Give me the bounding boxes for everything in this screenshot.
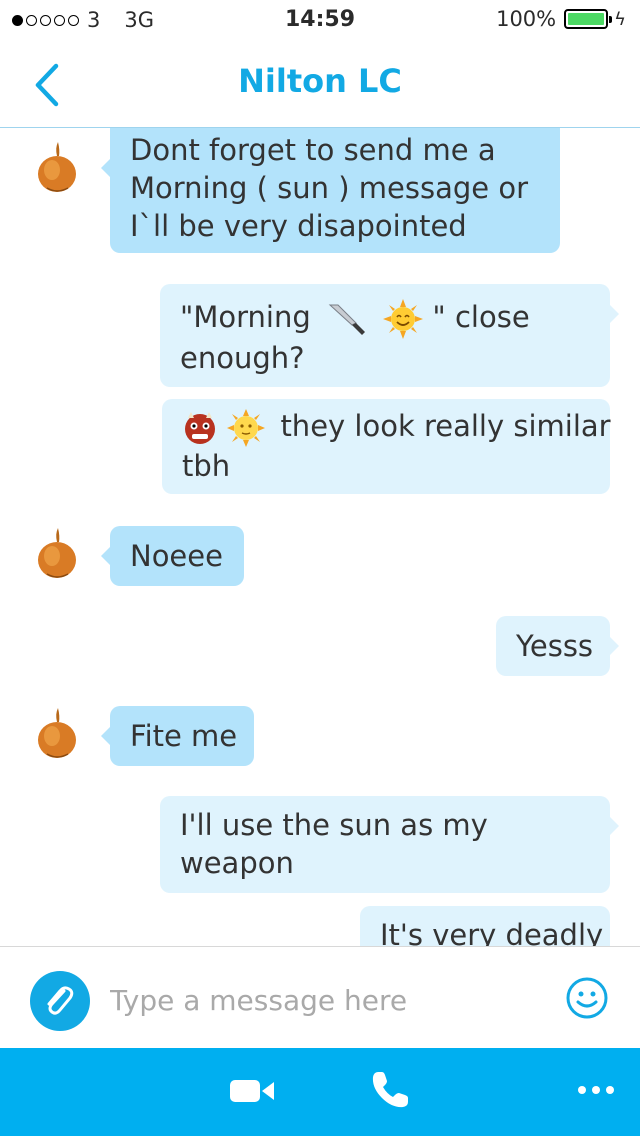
message-list[interactable]: Dont forget to send me a Morning ( sun )… (0, 128, 640, 946)
message-text: tbh (182, 449, 231, 483)
message-text: I'll use the sun as my (180, 808, 488, 842)
message-bubble-incoming[interactable]: Fite me (101, 706, 254, 766)
message-text: Morning ( sun ) message or (130, 171, 528, 205)
message-bubble-outgoing[interactable]: Yesss (496, 616, 619, 676)
status-bar: 3 3G 14:59 100% ϟ (0, 0, 640, 40)
message-text: " close (432, 300, 530, 334)
message-input[interactable] (110, 977, 530, 1023)
message-text: Yesss (516, 629, 594, 663)
call-action-bar (0, 1048, 640, 1136)
message-text: they look really similar (280, 409, 611, 443)
message-bubble-outgoing[interactable]: "Morning " close enough? (160, 284, 619, 387)
message-bubble-outgoing[interactable]: It's very deadly (360, 906, 610, 946)
conversation-header: Nilton LC (0, 40, 640, 128)
message-bubble-incoming[interactable]: Noeee (101, 526, 244, 586)
smiley-icon[interactable] (564, 975, 610, 1021)
smiling-sun-icon (383, 299, 424, 339)
battery-icon (564, 9, 613, 29)
more-dots-icon[interactable] (576, 1078, 616, 1102)
ogre-icon (185, 412, 215, 444)
phone-icon[interactable] (368, 1068, 412, 1112)
attach-button[interactable] (30, 971, 90, 1031)
contact-name[interactable]: Nilton LC (0, 62, 640, 100)
message-bubble-outgoing[interactable]: they look really similar tbh (162, 399, 611, 494)
message-bubble-outgoing[interactable]: I'll use the sun as my weapon (160, 796, 619, 893)
paperclip-icon (47, 986, 74, 1015)
contact-avatar[interactable] (30, 524, 90, 584)
message-text: Dont forget to send me a (130, 133, 496, 167)
contact-avatar[interactable] (30, 704, 90, 764)
message-text: Fite me (130, 719, 238, 753)
battery-group: 100% ϟ (496, 7, 626, 31)
charging-bolt-icon: ϟ (614, 8, 626, 30)
message-text: weapon (180, 846, 294, 880)
message-text: "Morning (180, 300, 311, 334)
message-text: Noeee (130, 539, 223, 573)
knife-icon (328, 304, 365, 335)
message-bubble-incoming[interactable]: Dont forget to send me a Morning ( sun )… (101, 128, 560, 253)
video-camera-icon[interactable] (228, 1074, 276, 1108)
battery-percent: 100% (496, 7, 557, 31)
message-composer (0, 946, 640, 1048)
sun-face-icon (227, 409, 266, 447)
contact-avatar[interactable] (30, 138, 90, 198)
message-text: enough? (180, 341, 305, 375)
message-text: I`ll be very disapointed (130, 209, 467, 243)
message-text: It's very deadly (380, 918, 604, 946)
